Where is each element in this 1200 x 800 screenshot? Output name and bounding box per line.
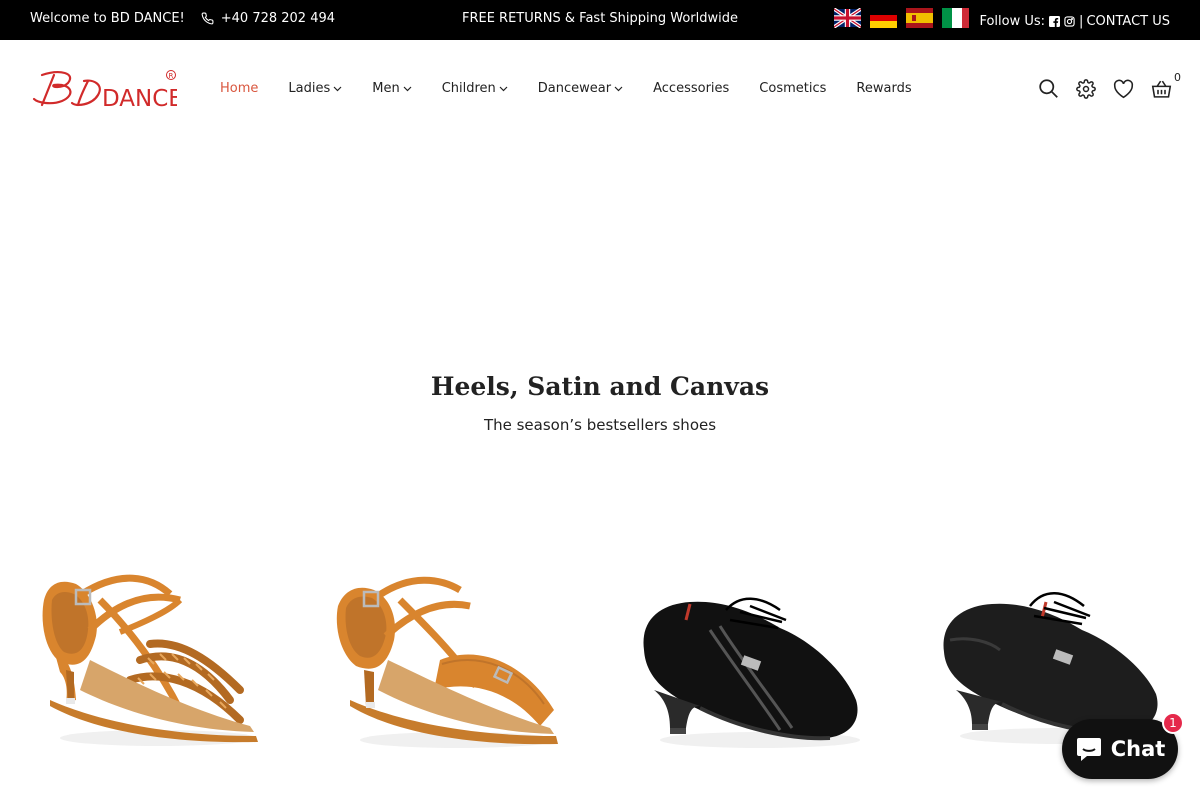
- welcome-text: Welcome to BD DANCE!: [30, 11, 185, 26]
- phone-icon: [201, 12, 214, 25]
- phone-number: +40 728 202 494: [220, 11, 336, 26]
- flag-uk-icon[interactable]: [834, 7, 862, 28]
- logo-text: DANCE: [102, 86, 177, 111]
- product-image-sandal: [336, 576, 558, 748]
- flag-it-icon[interactable]: [942, 7, 970, 28]
- chat-notification-badge: 1: [1162, 712, 1184, 734]
- chevron-down-icon: [403, 86, 412, 92]
- promo-text: FREE RETURNS & Fast Shipping Worldwide: [461, 11, 739, 26]
- chat-bubble-icon: [1076, 738, 1101, 761]
- product-grid: [0, 540, 1200, 800]
- gear-icon[interactable]: [1076, 78, 1096, 99]
- facebook-icon[interactable]: [1049, 16, 1061, 27]
- top-bar-left: Welcome to BD DANCE! +40 728 202 494: [30, 11, 335, 26]
- search-icon[interactable]: [1038, 78, 1059, 99]
- nav-accessories[interactable]: Accessories: [653, 81, 729, 96]
- section-title: Heels, Satin and Canvas: [430, 372, 770, 401]
- main-navigation: Home Ladies Men Children Dancewear Acces…: [220, 81, 942, 96]
- nav-cosmetics[interactable]: Cosmetics: [759, 81, 826, 96]
- nav-dancewear[interactable]: Dancewear: [538, 81, 623, 96]
- cart-icon[interactable]: 0: [1151, 71, 1181, 99]
- nav-home-label: Home: [220, 81, 259, 96]
- separator: |: [1079, 14, 1084, 29]
- product-image-sandal: [42, 574, 258, 746]
- nav-children-label: Children: [441, 81, 496, 96]
- product-card[interactable]: [330, 540, 590, 770]
- brand-logo[interactable]: DANCE R: [32, 69, 183, 112]
- chat-button[interactable]: Chat: [1062, 719, 1178, 779]
- chat-label: Chat: [1110, 737, 1166, 761]
- product-card[interactable]: [630, 540, 890, 770]
- top-bar-right: Follow Us: | CONTACT US: [834, 6, 1170, 29]
- nav-rewards-label: Rewards: [856, 81, 912, 96]
- nav-home[interactable]: Home: [220, 81, 258, 96]
- instagram-icon[interactable]: [1064, 16, 1075, 27]
- flag-de-icon[interactable]: [870, 7, 898, 28]
- phone-link[interactable]: +40 728 202 494: [201, 11, 335, 26]
- heart-icon[interactable]: [1113, 79, 1134, 99]
- nav-rewards[interactable]: Rewards: [856, 81, 911, 96]
- header-icons: 0: [1021, 71, 1181, 99]
- contact-us-link[interactable]: CONTACT US: [1086, 14, 1170, 29]
- chevron-down-icon: [499, 86, 508, 92]
- chevron-down-icon: [614, 86, 623, 92]
- nav-children[interactable]: Children: [442, 81, 508, 96]
- nav-accessories-label: Accessories: [653, 81, 730, 96]
- flag-es-icon[interactable]: [906, 7, 934, 28]
- section-subtitle: The season’s bestsellers shoes: [483, 416, 717, 434]
- nav-dancewear-label: Dancewear: [537, 81, 612, 96]
- nav-men[interactable]: Men: [372, 81, 412, 96]
- nav-men-label: Men: [372, 81, 400, 96]
- follow-us: Follow Us: | CONTACT US: [979, 14, 1170, 29]
- follow-label: Follow Us:: [979, 14, 1046, 29]
- cart-count: 0: [1174, 70, 1181, 84]
- chevron-down-icon: [333, 86, 342, 92]
- main-header: DANCE R Home Ladies Men Children Dancewe…: [0, 40, 1200, 140]
- product-image-practice-shoe: [643, 597, 860, 748]
- nav-ladies-label: Ladies: [288, 81, 331, 96]
- nav-ladies[interactable]: Ladies: [288, 81, 342, 96]
- top-bar: Welcome to BD DANCE! +40 728 202 494 FRE…: [0, 0, 1200, 40]
- nav-cosmetics-label: Cosmetics: [759, 81, 827, 96]
- product-card[interactable]: [30, 540, 290, 770]
- svg-text:R: R: [169, 72, 174, 80]
